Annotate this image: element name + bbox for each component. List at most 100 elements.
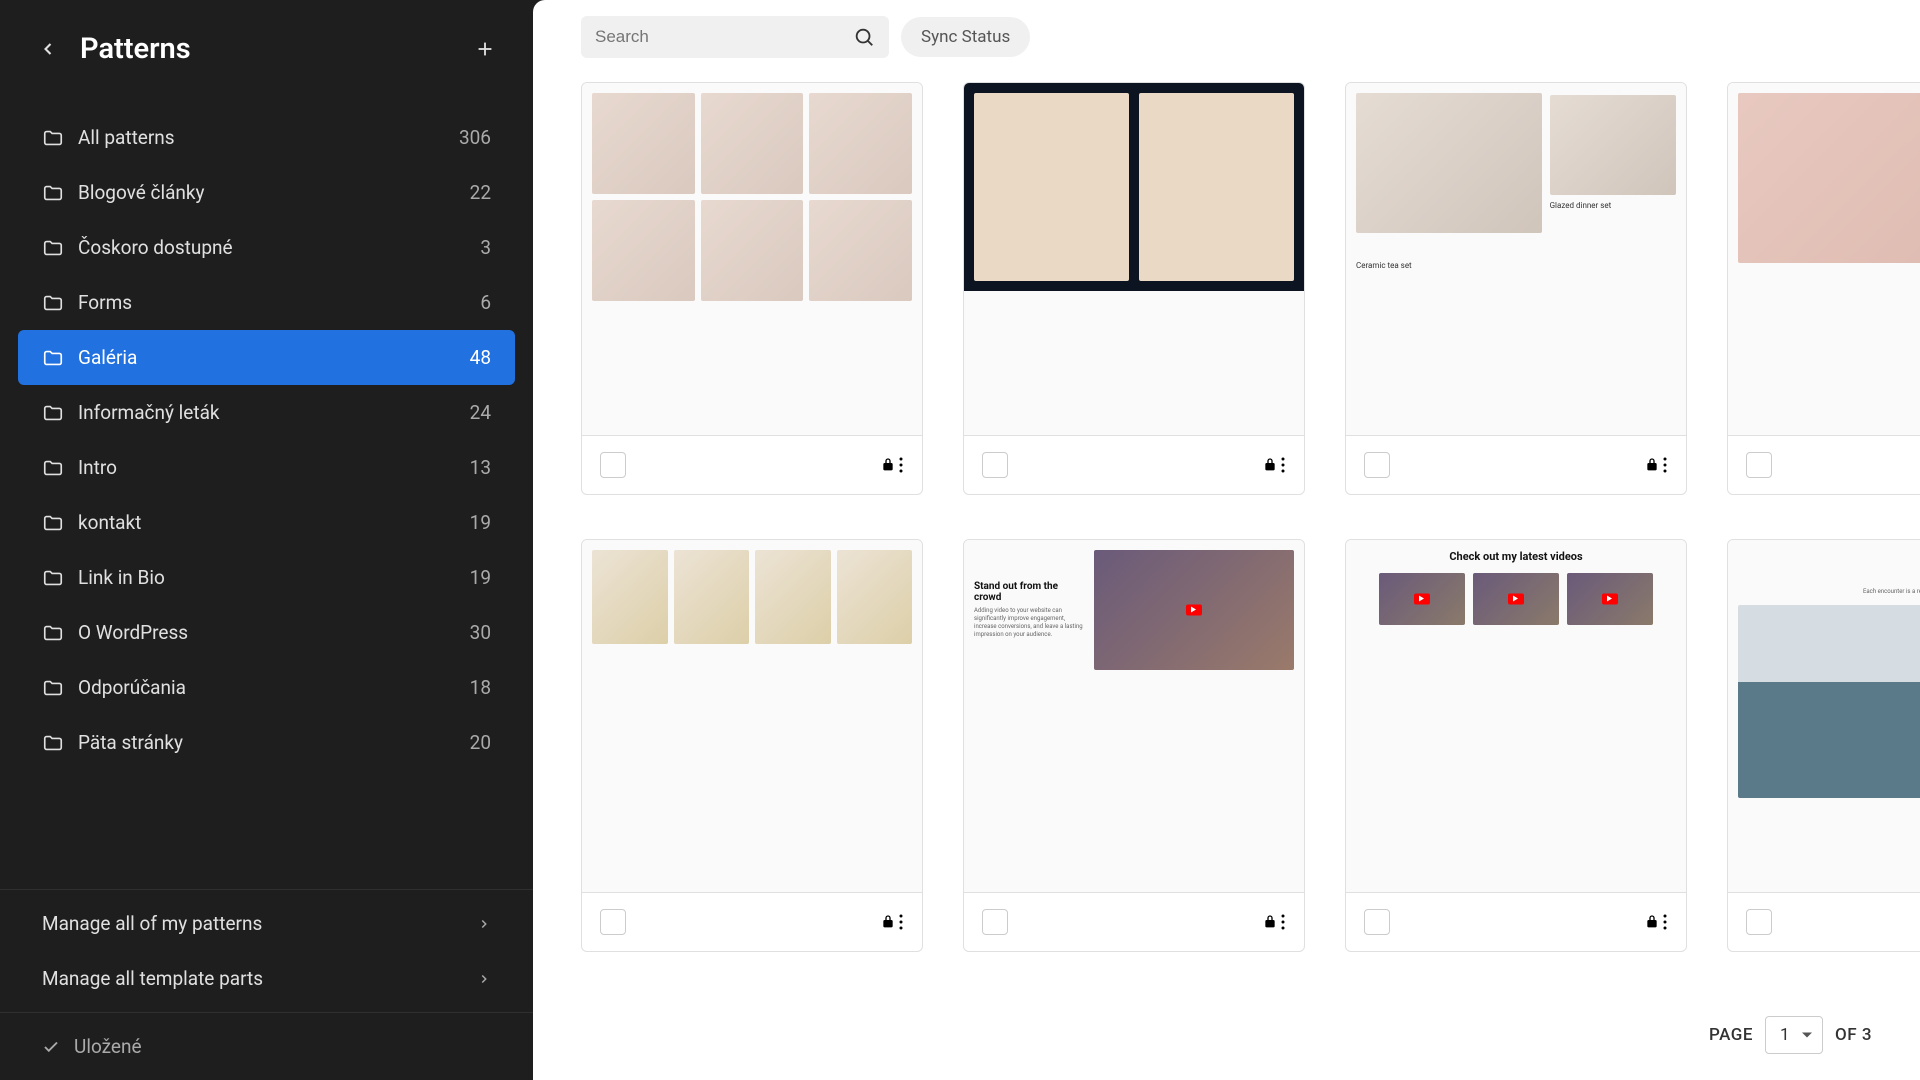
pattern-card[interactable]: Glazed dinner set Ceramic tea set bbox=[1345, 82, 1687, 495]
card-checkbox[interactable] bbox=[1364, 452, 1390, 478]
folder-label: Galéria bbox=[78, 346, 456, 369]
folder-label: kontakt bbox=[78, 511, 456, 534]
card-footer bbox=[1346, 435, 1686, 494]
chevron-right-icon bbox=[477, 972, 491, 986]
lock-icon bbox=[1644, 914, 1660, 930]
sidebar-item-forms[interactable]: Forms 6 bbox=[18, 275, 515, 330]
folder-label: Intro bbox=[78, 456, 456, 479]
pattern-card[interactable] bbox=[581, 539, 923, 952]
more-icon bbox=[1280, 457, 1286, 473]
manage-all-patterns[interactable]: Manage all of my patterns bbox=[18, 896, 515, 951]
card-actions[interactable] bbox=[1262, 457, 1286, 473]
folder-label: Informačný leták bbox=[78, 401, 456, 424]
folder-label: Odporúčania bbox=[78, 676, 456, 699]
plus-icon bbox=[474, 38, 496, 60]
pattern-card[interactable]: Featured Make your ma Each encounter is … bbox=[1727, 539, 1920, 952]
sidebar: Patterns All patterns 306 Blogové články… bbox=[0, 0, 533, 1080]
pagination: PAGE 1 OF 3 bbox=[533, 998, 1920, 1080]
sidebar-item-intro[interactable]: Intro 13 bbox=[18, 440, 515, 495]
play-icon bbox=[1602, 594, 1618, 605]
pattern-card[interactable] bbox=[581, 82, 923, 495]
more-icon bbox=[898, 914, 904, 930]
lock-icon bbox=[880, 457, 896, 473]
search-box[interactable] bbox=[581, 16, 889, 58]
card-checkbox[interactable] bbox=[982, 909, 1008, 935]
card-checkbox[interactable] bbox=[600, 452, 626, 478]
check-icon bbox=[42, 1038, 60, 1056]
add-pattern-button[interactable] bbox=[469, 33, 501, 65]
folder-label: Link in Bio bbox=[78, 566, 456, 589]
pattern-preview bbox=[1728, 83, 1920, 435]
folder-label: All patterns bbox=[78, 126, 445, 149]
folder-count: 6 bbox=[480, 291, 491, 314]
sidebar-item-informacny-letak[interactable]: Informačný leták 24 bbox=[18, 385, 515, 440]
card-actions[interactable] bbox=[1262, 914, 1286, 930]
folder-icon bbox=[42, 622, 64, 644]
folder-icon bbox=[42, 182, 64, 204]
chevron-right-icon bbox=[477, 917, 491, 931]
sidebar-item-blogove-clanky[interactable]: Blogové články 22 bbox=[18, 165, 515, 220]
card-footer bbox=[582, 892, 922, 951]
folder-label: O WordPress bbox=[78, 621, 456, 644]
pattern-card[interactable] bbox=[1727, 82, 1920, 495]
chevron-left-icon bbox=[38, 39, 58, 59]
pattern-card[interactable]: Check out my latest videos bbox=[1345, 539, 1687, 952]
folder-icon bbox=[42, 512, 64, 534]
pattern-preview bbox=[964, 83, 1304, 435]
folder-icon bbox=[42, 677, 64, 699]
main-header: Sync Status bbox=[533, 0, 1920, 74]
card-footer bbox=[1728, 435, 1920, 494]
card-actions[interactable] bbox=[880, 914, 904, 930]
card-checkbox[interactable] bbox=[982, 452, 1008, 478]
card-checkbox[interactable] bbox=[1746, 452, 1772, 478]
card-actions[interactable] bbox=[1644, 914, 1668, 930]
sidebar-item-coskoro-dostupne[interactable]: Čoskoro dostupné 3 bbox=[18, 220, 515, 275]
card-checkbox[interactable] bbox=[600, 909, 626, 935]
folder-icon bbox=[42, 237, 64, 259]
sidebar-item-all-patterns[interactable]: All patterns 306 bbox=[18, 110, 515, 165]
back-button[interactable] bbox=[32, 33, 64, 65]
card-footer bbox=[964, 892, 1304, 951]
sidebar-item-pata-stranky[interactable]: Päta stránky 20 bbox=[18, 715, 515, 770]
card-actions[interactable] bbox=[1644, 457, 1668, 473]
lock-icon bbox=[1262, 457, 1278, 473]
folder-label: Forms bbox=[78, 291, 466, 314]
sidebar-item-o-wordpress[interactable]: O WordPress 30 bbox=[18, 605, 515, 660]
sidebar-item-galeria[interactable]: Galéria 48 bbox=[18, 330, 515, 385]
search-input[interactable] bbox=[595, 27, 843, 47]
card-actions[interactable] bbox=[880, 457, 904, 473]
folder-count: 18 bbox=[470, 676, 491, 699]
pattern-card[interactable] bbox=[963, 82, 1305, 495]
folder-count: 48 bbox=[470, 346, 491, 369]
preview-paragraph: Each encounter is a reminder of a vast a… bbox=[1738, 588, 1920, 595]
folder-label: Čoskoro dostupné bbox=[78, 236, 466, 259]
manage-label: Manage all template parts bbox=[42, 967, 463, 990]
play-icon bbox=[1414, 594, 1430, 605]
manage-all-template-parts[interactable]: Manage all template parts bbox=[18, 951, 515, 1006]
pattern-card[interactable]: Stand out from the crowd Adding video to… bbox=[963, 539, 1305, 952]
card-footer bbox=[964, 435, 1304, 494]
folder-icon bbox=[42, 567, 64, 589]
sidebar-item-link-in-bio[interactable]: Link in Bio 19 bbox=[18, 550, 515, 605]
card-checkbox[interactable] bbox=[1746, 909, 1772, 935]
saved-label: Uložené bbox=[74, 1035, 142, 1058]
folder-icon bbox=[42, 402, 64, 424]
sidebar-item-kontakt[interactable]: kontakt 19 bbox=[18, 495, 515, 550]
page-label: PAGE bbox=[1709, 1025, 1753, 1045]
card-footer bbox=[582, 435, 922, 494]
card-checkbox[interactable] bbox=[1364, 909, 1390, 935]
play-icon bbox=[1508, 594, 1524, 605]
preview-heading: Make your ma bbox=[1738, 564, 1920, 582]
folder-icon bbox=[42, 292, 64, 314]
sidebar-item-odporucania[interactable]: Odporúčania 18 bbox=[18, 660, 515, 715]
pattern-preview bbox=[582, 540, 922, 892]
preview-tag: Featured bbox=[1738, 550, 1920, 558]
sync-status-button[interactable]: Sync Status bbox=[901, 17, 1030, 57]
preview-heading: Check out my latest videos bbox=[1449, 550, 1582, 563]
preview-paragraph: Adding video to your website can signifi… bbox=[974, 607, 1084, 638]
page-select[interactable]: 1 bbox=[1765, 1016, 1823, 1054]
folder-count: 306 bbox=[459, 126, 491, 149]
saved-section: Uložené bbox=[0, 1012, 533, 1080]
manage-label: Manage all of my patterns bbox=[42, 912, 463, 935]
pattern-preview: Check out my latest videos bbox=[1346, 540, 1686, 892]
